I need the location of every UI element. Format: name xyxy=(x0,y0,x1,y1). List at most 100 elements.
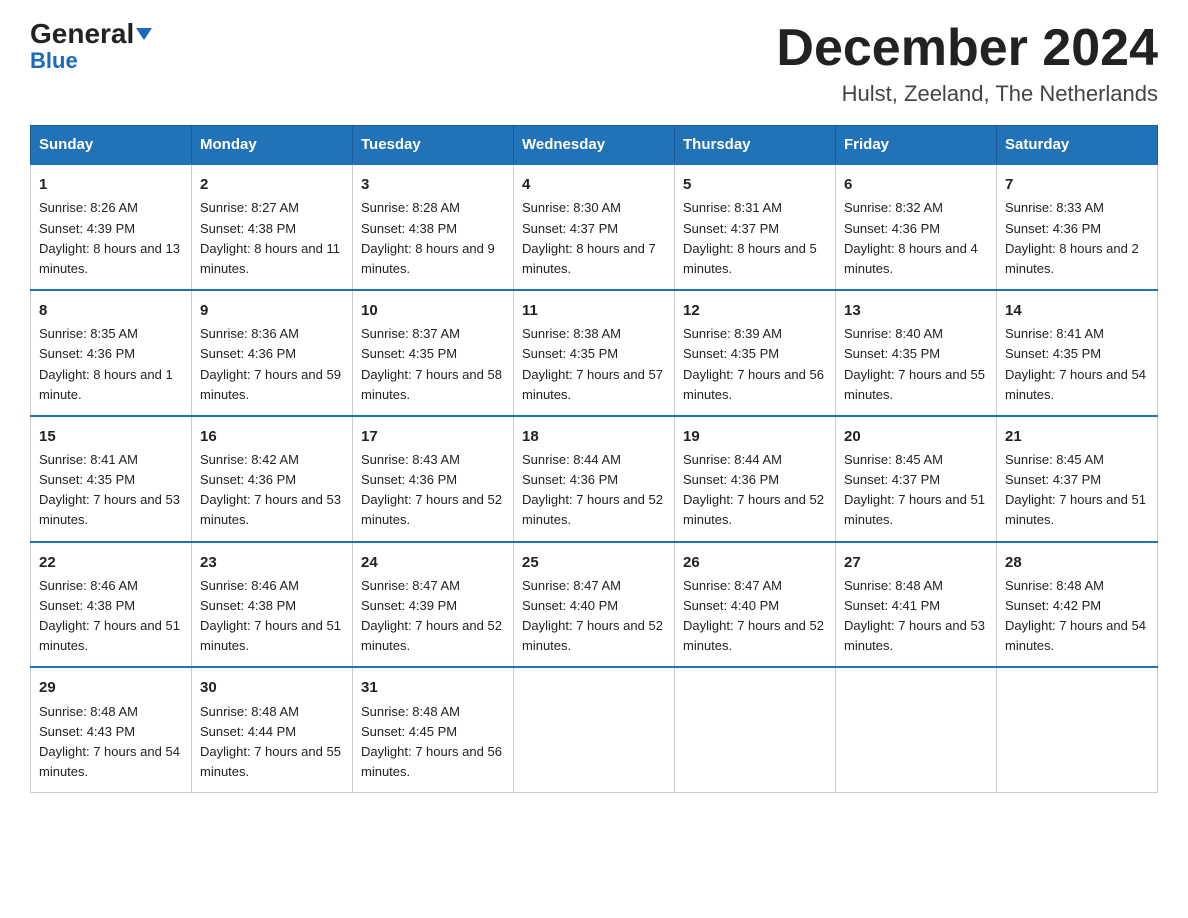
table-row: 23 Sunrise: 8:46 AMSunset: 4:38 PMDaylig… xyxy=(192,542,353,668)
day-info: Sunrise: 8:41 AMSunset: 4:35 PMDaylight:… xyxy=(1005,326,1146,401)
table-row: 10 Sunrise: 8:37 AMSunset: 4:35 PMDaylig… xyxy=(353,290,514,416)
day-number: 19 xyxy=(683,425,827,448)
day-number: 20 xyxy=(844,425,988,448)
calendar-header-row: Sunday Monday Tuesday Wednesday Thursday… xyxy=(31,126,1158,165)
table-row: 26 Sunrise: 8:47 AMSunset: 4:40 PMDaylig… xyxy=(675,542,836,668)
day-info: Sunrise: 8:38 AMSunset: 4:35 PMDaylight:… xyxy=(522,326,663,401)
day-info: Sunrise: 8:28 AMSunset: 4:38 PMDaylight:… xyxy=(361,200,495,275)
calendar-week-row: 29 Sunrise: 8:48 AMSunset: 4:43 PMDaylig… xyxy=(31,667,1158,792)
day-number: 15 xyxy=(39,425,183,448)
day-info: Sunrise: 8:48 AMSunset: 4:44 PMDaylight:… xyxy=(200,704,341,779)
calendar-table: Sunday Monday Tuesday Wednesday Thursday… xyxy=(30,125,1158,793)
table-row: 1 Sunrise: 8:26 AMSunset: 4:39 PMDayligh… xyxy=(31,164,192,290)
table-row: 5 Sunrise: 8:31 AMSunset: 4:37 PMDayligh… xyxy=(675,164,836,290)
day-number: 4 xyxy=(522,173,666,196)
day-info: Sunrise: 8:35 AMSunset: 4:36 PMDaylight:… xyxy=(39,326,173,401)
col-saturday: Saturday xyxy=(997,126,1158,165)
day-info: Sunrise: 8:26 AMSunset: 4:39 PMDaylight:… xyxy=(39,200,180,275)
day-number: 18 xyxy=(522,425,666,448)
col-friday: Friday xyxy=(836,126,997,165)
day-number: 24 xyxy=(361,551,505,574)
day-info: Sunrise: 8:39 AMSunset: 4:35 PMDaylight:… xyxy=(683,326,824,401)
day-number: 27 xyxy=(844,551,988,574)
day-info: Sunrise: 8:46 AMSunset: 4:38 PMDaylight:… xyxy=(200,578,341,653)
day-info: Sunrise: 8:37 AMSunset: 4:35 PMDaylight:… xyxy=(361,326,502,401)
col-monday: Monday xyxy=(192,126,353,165)
col-wednesday: Wednesday xyxy=(514,126,675,165)
day-number: 28 xyxy=(1005,551,1149,574)
day-number: 2 xyxy=(200,173,344,196)
day-number: 30 xyxy=(200,676,344,699)
logo: General Blue xyxy=(30,20,152,74)
day-info: Sunrise: 8:44 AMSunset: 4:36 PMDaylight:… xyxy=(683,452,824,527)
day-number: 11 xyxy=(522,299,666,322)
table-row: 12 Sunrise: 8:39 AMSunset: 4:35 PMDaylig… xyxy=(675,290,836,416)
day-info: Sunrise: 8:27 AMSunset: 4:38 PMDaylight:… xyxy=(200,200,340,275)
table-row: 8 Sunrise: 8:35 AMSunset: 4:36 PMDayligh… xyxy=(31,290,192,416)
day-info: Sunrise: 8:45 AMSunset: 4:37 PMDaylight:… xyxy=(844,452,985,527)
col-thursday: Thursday xyxy=(675,126,836,165)
day-number: 12 xyxy=(683,299,827,322)
day-info: Sunrise: 8:48 AMSunset: 4:42 PMDaylight:… xyxy=(1005,578,1146,653)
table-row: 19 Sunrise: 8:44 AMSunset: 4:36 PMDaylig… xyxy=(675,416,836,542)
table-row xyxy=(836,667,997,792)
table-row: 21 Sunrise: 8:45 AMSunset: 4:37 PMDaylig… xyxy=(997,416,1158,542)
day-info: Sunrise: 8:48 AMSunset: 4:43 PMDaylight:… xyxy=(39,704,180,779)
day-number: 14 xyxy=(1005,299,1149,322)
table-row: 24 Sunrise: 8:47 AMSunset: 4:39 PMDaylig… xyxy=(353,542,514,668)
day-info: Sunrise: 8:30 AMSunset: 4:37 PMDaylight:… xyxy=(522,200,656,275)
table-row: 7 Sunrise: 8:33 AMSunset: 4:36 PMDayligh… xyxy=(997,164,1158,290)
day-number: 3 xyxy=(361,173,505,196)
table-row: 16 Sunrise: 8:42 AMSunset: 4:36 PMDaylig… xyxy=(192,416,353,542)
table-row: 11 Sunrise: 8:38 AMSunset: 4:35 PMDaylig… xyxy=(514,290,675,416)
day-number: 9 xyxy=(200,299,344,322)
day-number: 29 xyxy=(39,676,183,699)
day-info: Sunrise: 8:47 AMSunset: 4:40 PMDaylight:… xyxy=(522,578,663,653)
calendar-week-row: 22 Sunrise: 8:46 AMSunset: 4:38 PMDaylig… xyxy=(31,542,1158,668)
calendar-week-row: 15 Sunrise: 8:41 AMSunset: 4:35 PMDaylig… xyxy=(31,416,1158,542)
day-number: 5 xyxy=(683,173,827,196)
table-row: 27 Sunrise: 8:48 AMSunset: 4:41 PMDaylig… xyxy=(836,542,997,668)
day-info: Sunrise: 8:47 AMSunset: 4:39 PMDaylight:… xyxy=(361,578,502,653)
table-row: 2 Sunrise: 8:27 AMSunset: 4:38 PMDayligh… xyxy=(192,164,353,290)
day-info: Sunrise: 8:46 AMSunset: 4:38 PMDaylight:… xyxy=(39,578,180,653)
month-title: December 2024 xyxy=(776,20,1158,77)
table-row: 9 Sunrise: 8:36 AMSunset: 4:36 PMDayligh… xyxy=(192,290,353,416)
logo-general: General xyxy=(30,20,152,48)
table-row: 6 Sunrise: 8:32 AMSunset: 4:36 PMDayligh… xyxy=(836,164,997,290)
day-number: 25 xyxy=(522,551,666,574)
day-number: 6 xyxy=(844,173,988,196)
table-row: 29 Sunrise: 8:48 AMSunset: 4:43 PMDaylig… xyxy=(31,667,192,792)
table-row: 22 Sunrise: 8:46 AMSunset: 4:38 PMDaylig… xyxy=(31,542,192,668)
day-number: 23 xyxy=(200,551,344,574)
day-info: Sunrise: 8:42 AMSunset: 4:36 PMDaylight:… xyxy=(200,452,341,527)
col-sunday: Sunday xyxy=(31,126,192,165)
day-number: 7 xyxy=(1005,173,1149,196)
table-row: 13 Sunrise: 8:40 AMSunset: 4:35 PMDaylig… xyxy=(836,290,997,416)
table-row: 20 Sunrise: 8:45 AMSunset: 4:37 PMDaylig… xyxy=(836,416,997,542)
day-number: 10 xyxy=(361,299,505,322)
page-header: General Blue December 2024 Hulst, Zeelan… xyxy=(30,20,1158,107)
table-row: 3 Sunrise: 8:28 AMSunset: 4:38 PMDayligh… xyxy=(353,164,514,290)
table-row: 30 Sunrise: 8:48 AMSunset: 4:44 PMDaylig… xyxy=(192,667,353,792)
day-info: Sunrise: 8:36 AMSunset: 4:36 PMDaylight:… xyxy=(200,326,341,401)
day-number: 31 xyxy=(361,676,505,699)
table-row xyxy=(997,667,1158,792)
day-number: 26 xyxy=(683,551,827,574)
day-info: Sunrise: 8:33 AMSunset: 4:36 PMDaylight:… xyxy=(1005,200,1139,275)
table-row: 14 Sunrise: 8:41 AMSunset: 4:35 PMDaylig… xyxy=(997,290,1158,416)
day-info: Sunrise: 8:44 AMSunset: 4:36 PMDaylight:… xyxy=(522,452,663,527)
day-number: 17 xyxy=(361,425,505,448)
location-title: Hulst, Zeeland, The Netherlands xyxy=(776,81,1158,107)
table-row: 4 Sunrise: 8:30 AMSunset: 4:37 PMDayligh… xyxy=(514,164,675,290)
day-number: 1 xyxy=(39,173,183,196)
table-row xyxy=(675,667,836,792)
day-info: Sunrise: 8:45 AMSunset: 4:37 PMDaylight:… xyxy=(1005,452,1146,527)
calendar-week-row: 8 Sunrise: 8:35 AMSunset: 4:36 PMDayligh… xyxy=(31,290,1158,416)
col-tuesday: Tuesday xyxy=(353,126,514,165)
day-number: 13 xyxy=(844,299,988,322)
day-info: Sunrise: 8:40 AMSunset: 4:35 PMDaylight:… xyxy=(844,326,985,401)
title-block: December 2024 Hulst, Zeeland, The Nether… xyxy=(776,20,1158,107)
day-info: Sunrise: 8:31 AMSunset: 4:37 PMDaylight:… xyxy=(683,200,817,275)
day-info: Sunrise: 8:47 AMSunset: 4:40 PMDaylight:… xyxy=(683,578,824,653)
